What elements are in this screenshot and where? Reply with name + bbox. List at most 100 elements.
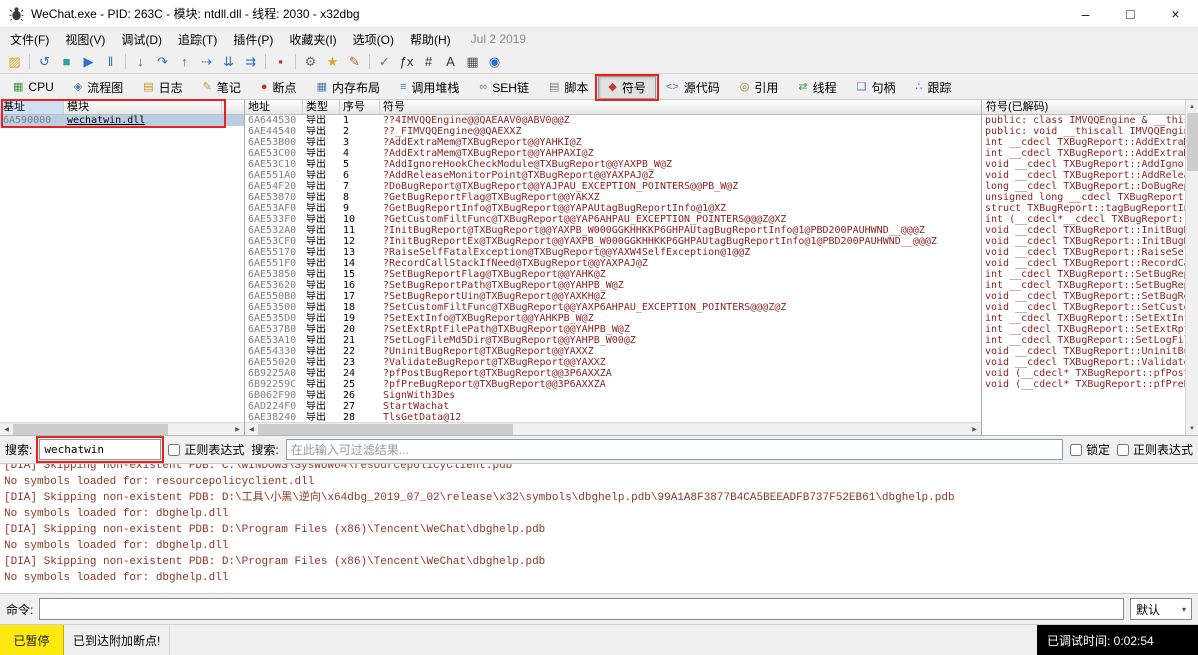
menu-file[interactable]: 文件(F): [2, 28, 57, 51]
decoded-symbol[interactable]: int __cdecl TXBugReport::SetBugReportPat…: [982, 280, 1185, 291]
symbol-row[interactable]: 6AE54F20 导出 7 ?DoBugReport@TXBugReport@@…: [245, 181, 981, 192]
decoded-symbol[interactable]: public: class IMVQQEngine & __thiscall I…: [982, 115, 1185, 126]
help-icon[interactable]: ◉: [484, 52, 505, 72]
log-pane[interactable]: [DIA] Skipping non-existent PDB: C:\WIND…: [0, 464, 1198, 594]
maximize-button[interactable]: □: [1108, 0, 1153, 27]
calculator-icon[interactable]: ▦: [462, 52, 483, 72]
symbol-row[interactable]: 6B062F90 导出 26 SignWith3Des: [245, 390, 981, 401]
tab-cpu[interactable]: ▦ CPU: [3, 76, 64, 99]
column-header-symbol[interactable]: 符号: [380, 100, 981, 114]
decoded-symbol[interactable]: int __cdecl TXBugReport::SetExtRptFilePa…: [982, 324, 1185, 335]
symbol-row[interactable]: 6AE535D0 导出 19 ?SetExtInfo@TXBugReport@@…: [245, 313, 981, 324]
symbol-row[interactable]: 6AE55020 导出 23 ?ValidateBugReport@TXBugR…: [245, 357, 981, 368]
menu-plugins[interactable]: 插件(P): [225, 28, 281, 51]
decoded-symbol[interactable]: unsigned long __cdecl TXBugReport::GetBu…: [982, 192, 1185, 203]
tab-script[interactable]: ▤ 脚本: [539, 76, 598, 99]
step-into-icon[interactable]: ↓: [130, 52, 151, 72]
step-over-icon[interactable]: ↷: [152, 52, 173, 72]
command-profile-dropdown[interactable]: 默认 ▾: [1130, 598, 1192, 620]
symbol-row[interactable]: 6AE53C00 导出 4 ?AddExtraMem@TXBugReport@@…: [245, 148, 981, 159]
tab-seh[interactable]: ∞ SEH链: [469, 76, 539, 99]
symbol-row[interactable]: 6AE53AF0 导出 9 ?GetBugReportInfo@TXBugRep…: [245, 203, 981, 214]
decoded-symbol[interactable]: void __cdecl TXBugReport::AddIgnoreHookC…: [982, 159, 1185, 170]
scrollbar-thumb[interactable]: [258, 424, 513, 435]
decoded-symbol[interactable]: int __cdecl TXBugReport::AddExtraMem(voi…: [982, 148, 1185, 159]
functions-icon[interactable]: ƒx: [396, 52, 417, 72]
minimize-button[interactable]: –: [1063, 0, 1108, 27]
symbol-row[interactable]: 6AE53870 导出 8 ?GetBugReportFlag@TXBugRep…: [245, 192, 981, 203]
tab-trace[interactable]: ∴ 跟踪: [905, 76, 961, 99]
run-to-user-code-icon[interactable]: ⇢: [196, 52, 217, 72]
scroll-right-icon[interactable]: ▶: [231, 423, 244, 436]
tab-symbols[interactable]: ◆ 符号: [598, 76, 655, 99]
symbol-row[interactable]: 6AE550B0 导出 17 ?SetBugReportUin@TXBugRep…: [245, 291, 981, 302]
decoded-symbol[interactable]: int __cdecl TXBugReport::AddExtraMem(uns…: [982, 137, 1185, 148]
decoded-symbol[interactable]: int (__cdecl*__cdecl TXBugReport::GetCus…: [982, 214, 1185, 225]
tab-call-stack[interactable]: ≡ 调用堆栈: [390, 76, 469, 99]
font-icon[interactable]: A: [440, 52, 461, 72]
menu-debug[interactable]: 调试(D): [113, 28, 170, 51]
symbol-filter-input[interactable]: [286, 439, 1063, 460]
column-header-type[interactable]: 类型: [303, 100, 340, 114]
decoded-symbol[interactable]: long __cdecl TXBugReport::DoBugReport(st…: [982, 181, 1185, 192]
lock-checkbox[interactable]: [1070, 444, 1082, 456]
restart-icon[interactable]: ↺: [34, 52, 55, 72]
scrollbar-thumb[interactable]: [1187, 113, 1198, 171]
decoded-symbol[interactable]: int __cdecl TXBugReport::SetBugReportFla…: [982, 269, 1185, 280]
symbol-row[interactable]: 6AE532A0 导出 11 ?InitBugReport@TXBugRepor…: [245, 225, 981, 236]
decoded-symbol[interactable]: void (__cdecl* TXBugReport::pfPostBugRep…: [982, 368, 1185, 379]
tab-threads[interactable]: ⇄ 线程: [788, 76, 846, 99]
open-file-icon[interactable]: ▨: [4, 52, 25, 72]
tab-source[interactable]: <> 源代码: [656, 76, 730, 99]
regex-modules-checkbox[interactable]: [168, 444, 180, 456]
decoded-symbol[interactable]: void __cdecl TXBugReport::InitBugReport(…: [982, 225, 1185, 236]
symbol-row[interactable]: 6AE53500 导出 18 ?SetCustomFiltFunc@TXBugR…: [245, 302, 981, 313]
decoded-symbol[interactable]: void __cdecl TXBugReport::InitBugReportE…: [982, 236, 1185, 247]
symbol-row[interactable]: 6A644530 导出 1 ??4IMVQQEngine@@QAEAAV0@AB…: [245, 115, 981, 126]
breakpoint-toggle-icon[interactable]: ▪: [270, 52, 291, 72]
regex-symbols-checkbox[interactable]: [1117, 444, 1129, 456]
decoded-symbol[interactable]: void __cdecl TXBugReport::AddReleaseMoni…: [982, 170, 1185, 181]
symbol-row[interactable]: 6AE53850 导出 15 ?SetBugReportFlag@TXBugRe…: [245, 269, 981, 280]
tab-log[interactable]: ▤ 日志: [133, 76, 192, 99]
decoded-symbol[interactable]: void __cdecl TXBugReport::UninitBugRepor…: [982, 346, 1185, 357]
scroll-right-icon[interactable]: ▶: [968, 423, 981, 436]
column-header-ordinal[interactable]: 序号: [340, 100, 380, 114]
module-search-input[interactable]: [39, 439, 161, 460]
decoded-symbol[interactable]: void __cdecl TXBugReport::SetCustomFiltF…: [982, 302, 1185, 313]
menu-options[interactable]: 选项(O): [345, 28, 402, 51]
symbol-row[interactable]: 6AE53620 导出 16 ?SetBugReportPath@TXBugRe…: [245, 280, 981, 291]
decoded-symbol[interactable]: int __cdecl TXBugReport::SetExtInfo(unsi…: [982, 313, 1185, 324]
patches-check-icon[interactable]: ✓: [374, 52, 395, 72]
tab-breakpoints[interactable]: ● 断点: [251, 76, 307, 99]
scroll-left-icon[interactable]: ◀: [245, 423, 258, 436]
close-process-icon[interactable]: ■: [56, 52, 77, 72]
tab-handles[interactable]: ❑ 句柄: [847, 76, 906, 99]
menu-view[interactable]: 视图(V): [57, 28, 113, 51]
symbol-row[interactable]: 6AE54330 导出 22 ?UninitBugReport@TXBugRep…: [245, 346, 981, 357]
menu-trace[interactable]: 追踪(T): [170, 28, 225, 51]
symbol-row[interactable]: 6AE53A10 导出 21 ?SetLogFileMd5Dir@TXBugRe…: [245, 335, 981, 346]
notes-pencil-icon[interactable]: ✎: [344, 52, 365, 72]
scrollbar-thumb[interactable]: [13, 424, 168, 435]
decoded-symbol[interactable]: void __cdecl TXBugReport::ValidateBugRep…: [982, 357, 1185, 368]
symbol-row[interactable]: 6AD224F0 导出 27 StartWachat: [245, 401, 981, 412]
column-header-address[interactable]: 地址: [245, 100, 303, 114]
close-button[interactable]: ×: [1153, 0, 1198, 27]
animate-over-icon[interactable]: ⇉: [240, 52, 261, 72]
symbol-row[interactable]: 6B9225A0 导出 24 ?pfPostBugReport@TXBugRep…: [245, 368, 981, 379]
symbol-row[interactable]: 6AE44540 导出 2 ??_FIMVQQEngine@@QAEXXZ: [245, 126, 981, 137]
symbol-row[interactable]: 6AE533F0 导出 10 ?GetCustomFiltFunc@TXBugR…: [245, 214, 981, 225]
decoded-symbol[interactable]: struct TXBugReport::tagBugReportInfo * _…: [982, 203, 1185, 214]
symbol-row[interactable]: 6AE551F0 导出 14 ?RecordCallStackIfNeed@TX…: [245, 258, 981, 269]
decoded-symbol[interactable]: void (__cdecl* TXBugReport::pfPreBugRepo…: [982, 379, 1185, 390]
symbol-row[interactable]: 6AE537B0 导出 20 ?SetExtRptFilePath@TXBugR…: [245, 324, 981, 335]
execute-till-return-icon[interactable]: ↑: [174, 52, 195, 72]
symbol-row[interactable]: 6AE551A0 导出 6 ?AddReleaseMonitorPoint@TX…: [245, 170, 981, 181]
scroll-down-icon[interactable]: ▼: [1186, 422, 1198, 435]
tab-graph[interactable]: ◈ 流程图: [64, 76, 133, 99]
symbol-row[interactable]: 6AE53CF0 导出 12 ?InitBugReportEx@TXBugRep…: [245, 236, 981, 247]
decoded-symbol[interactable]: public: void __thiscall IMVQQEngine::`de…: [982, 126, 1185, 137]
pause-icon[interactable]: ‖: [100, 52, 121, 72]
menu-favourites[interactable]: 收藏夹(I): [281, 28, 344, 51]
